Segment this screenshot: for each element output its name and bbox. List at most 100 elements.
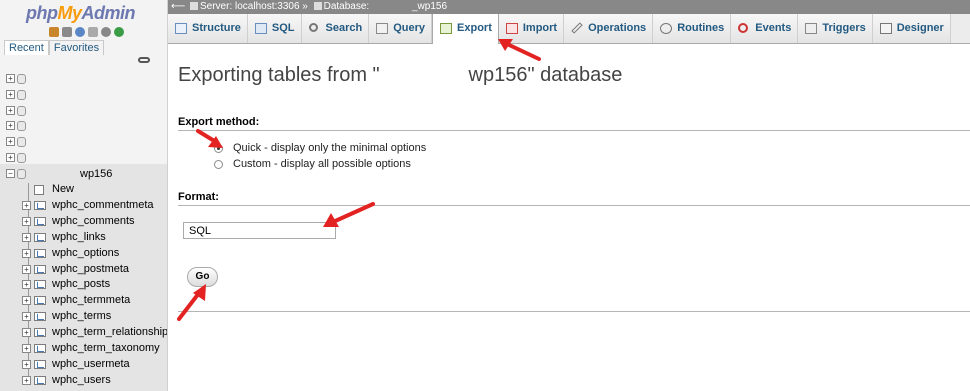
expand-icon[interactable]: + [6, 90, 15, 99]
database-icon [17, 137, 26, 147]
expand-icon[interactable]: + [6, 74, 15, 83]
table-name[interactable]: wphc_comments [52, 215, 135, 227]
table-item[interactable]: + wphc_comments [22, 214, 167, 229]
table-name[interactable]: wphc_term_relationships [52, 326, 167, 338]
tab-operations[interactable]: Operations [564, 14, 654, 43]
collapse-nav-arrow-icon[interactable]: ⟵ [171, 1, 185, 12]
table-name[interactable]: wphc_options [52, 247, 119, 259]
tab-export[interactable]: Export [432, 14, 499, 44]
tab-sql[interactable]: SQL [247, 14, 302, 43]
table-item[interactable]: + wphc_posts [22, 277, 167, 292]
home-icon[interactable] [49, 27, 59, 37]
table-name[interactable]: wphc_termmeta [52, 294, 130, 306]
db-tree-item[interactable]: + [6, 120, 30, 132]
expand-icon[interactable]: + [22, 328, 31, 337]
table-icon [34, 201, 46, 210]
expand-icon[interactable]: + [22, 249, 31, 258]
table-item[interactable]: + wphc_term_relationships [22, 325, 167, 340]
tab-search[interactable]: Search [301, 14, 370, 43]
db-tree-item[interactable]: + [6, 105, 30, 117]
tab-routines[interactable]: Routines [653, 14, 732, 43]
db-tree-item-wp156[interactable]: − wp156 [6, 168, 156, 182]
table-item[interactable]: + wphc_terms [22, 309, 167, 324]
table-item[interactable]: + wphc_postmeta [22, 262, 167, 277]
structure-icon [175, 23, 187, 34]
gear-icon[interactable] [101, 27, 111, 37]
main-tabs: Structure SQL Search Query Export Import… [168, 14, 970, 44]
tree-item-label[interactable]: New [52, 183, 74, 195]
expand-icon[interactable]: + [6, 106, 15, 115]
expand-icon[interactable]: + [6, 121, 15, 130]
tab-query[interactable]: Query [369, 14, 433, 43]
expand-icon[interactable]: + [22, 217, 31, 226]
expand-icon[interactable]: + [22, 201, 31, 210]
tab-designer[interactable]: Designer [872, 14, 951, 43]
expand-icon[interactable]: + [22, 344, 31, 353]
table-name[interactable]: wphc_commentmeta [52, 199, 154, 211]
table-item[interactable]: + wphc_links [22, 230, 167, 245]
table-name[interactable]: wphc_users [52, 374, 111, 386]
expand-icon[interactable]: + [6, 137, 15, 146]
tab-structure[interactable]: Structure [168, 14, 248, 43]
divider [178, 311, 970, 312]
table-item[interactable]: + wphc_users [22, 373, 167, 388]
expand-icon[interactable]: + [22, 312, 31, 321]
table-item[interactable]: + wphc_options [22, 246, 167, 261]
expand-icon[interactable]: + [22, 280, 31, 289]
custom-radio[interactable] [214, 159, 223, 169]
active-db-name[interactable]: wp156 [80, 168, 112, 180]
custom-export-option[interactable]: Custom - display all possible options [214, 157, 411, 171]
expand-icon[interactable]: + [22, 360, 31, 369]
table-name[interactable]: wphc_postmeta [52, 263, 129, 275]
tab-label: Export [457, 22, 492, 34]
link-icon[interactable] [138, 57, 150, 63]
collapse-icon[interactable]: − [6, 169, 15, 178]
table-name[interactable]: wphc_usermeta [52, 358, 130, 370]
tab-recent[interactable]: Recent [4, 40, 49, 55]
new-table-icon [34, 185, 44, 195]
quick-export-option[interactable]: Quick - display only the minimal options [214, 141, 426, 155]
db-tree-item[interactable]: + [6, 136, 30, 148]
db-tree-item[interactable]: + [6, 152, 30, 164]
breadcrumb-database-label[interactable]: Database: [324, 1, 370, 12]
tab-label: Designer [896, 22, 944, 34]
expand-icon[interactable]: + [6, 153, 15, 162]
expand-icon[interactable]: + [22, 376, 31, 385]
table-name[interactable]: wphc_links [52, 231, 106, 243]
db-tree-item[interactable]: + [6, 89, 30, 101]
database-icon [17, 74, 26, 84]
docs-icon[interactable] [88, 27, 98, 37]
table-item[interactable]: + wphc_term_taxonomy [22, 341, 167, 356]
phpmyadmin-logo[interactable]: phpMyAdmin [26, 3, 136, 24]
help-icon[interactable] [75, 27, 85, 37]
db-tree-item[interactable]: + [6, 73, 30, 85]
logout-icon[interactable] [62, 27, 72, 37]
table-item[interactable]: + wphc_termmeta [22, 293, 167, 308]
tree-item-new[interactable]: New [22, 182, 167, 197]
tab-events[interactable]: Events [731, 14, 799, 43]
reload-icon[interactable] [114, 27, 124, 37]
table-item[interactable]: + wphc_usermeta [22, 357, 167, 372]
quick-option-label[interactable]: Quick - display only the minimal options [233, 142, 426, 154]
tab-triggers[interactable]: Triggers [798, 14, 873, 43]
expand-icon[interactable]: + [22, 233, 31, 242]
divider [178, 205, 970, 206]
custom-option-label[interactable]: Custom - display all possible options [233, 158, 411, 170]
table-icon [34, 360, 46, 369]
table-name[interactable]: wphc_posts [52, 278, 110, 290]
breadcrumb-bar: ⟵ Server: localhost:3306 » Database: _wp… [168, 0, 970, 14]
sql-icon [254, 23, 267, 34]
expand-icon[interactable]: + [22, 265, 31, 274]
table-icon [34, 344, 46, 353]
format-select[interactable]: SQL [183, 222, 336, 239]
tab-favorites[interactable]: Favorites [48, 40, 105, 55]
table-name[interactable]: wphc_term_taxonomy [52, 342, 160, 354]
expand-icon[interactable]: + [22, 296, 31, 305]
table-item[interactable]: + wphc_commentmeta [22, 198, 167, 213]
collapse-control[interactable]: − [6, 168, 30, 180]
breadcrumb-database-name[interactable]: _wp156 [412, 1, 447, 12]
annotation-arrow-format [323, 202, 375, 227]
database-icon [17, 169, 26, 179]
breadcrumb-server[interactable]: Server: localhost:3306 » [200, 1, 308, 12]
table-name[interactable]: wphc_terms [52, 310, 111, 322]
